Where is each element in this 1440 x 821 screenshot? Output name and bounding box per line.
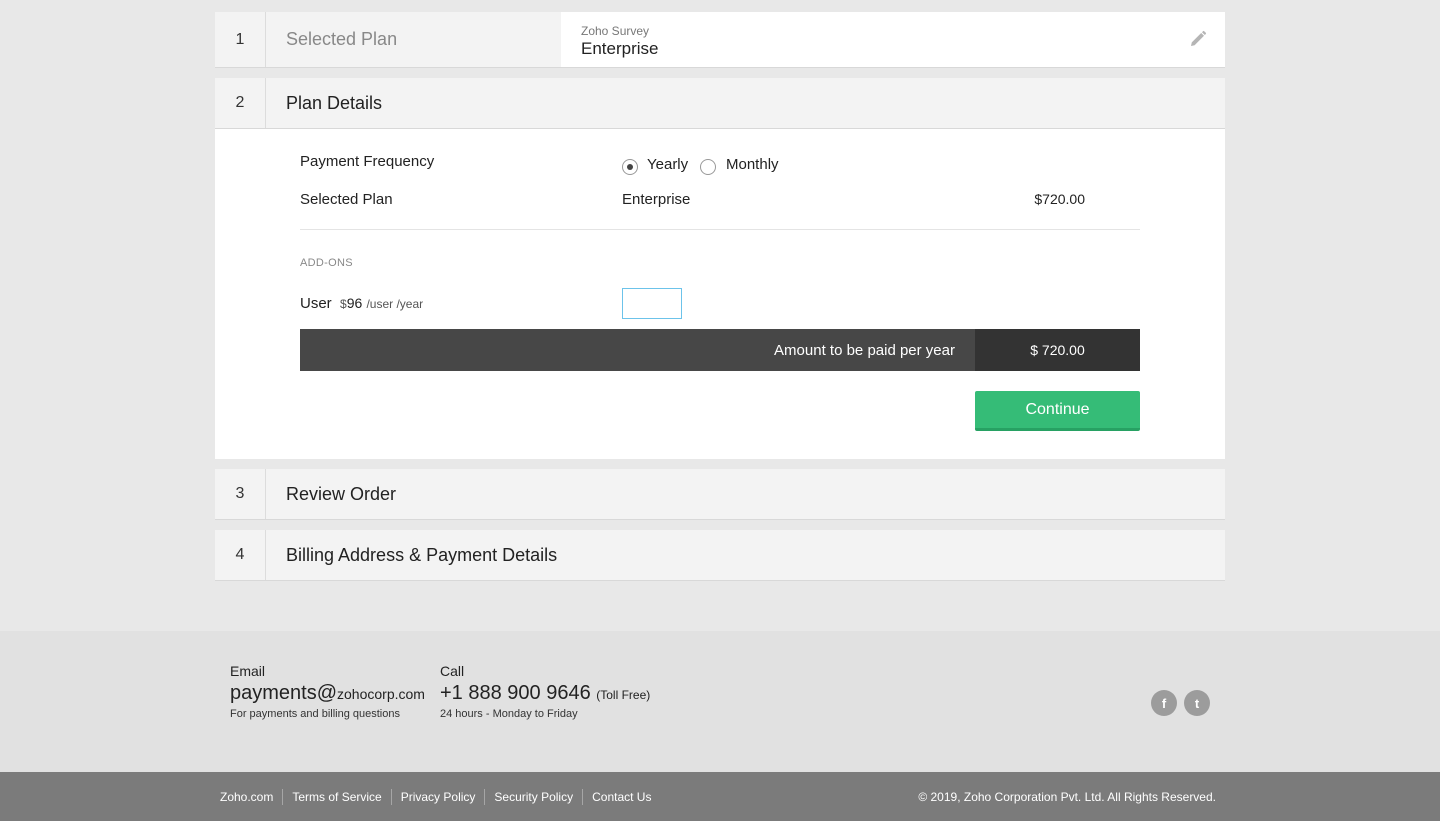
footer-links: Zoho.com Terms of Service Privacy Policy… (220, 772, 660, 821)
product-name: Zoho Survey (581, 24, 650, 38)
email-user: payments@ (230, 682, 338, 704)
email-domain: zohocorp.com (337, 686, 425, 702)
step-billing-address[interactable]: 4 Billing Address & Payment Details (215, 530, 1225, 581)
step-title: Review Order (286, 483, 397, 504)
addon-name: User (300, 295, 332, 312)
user-quantity-input[interactable] (622, 288, 682, 319)
selected-plan-price: $720.00 (1034, 191, 1085, 207)
step-number: 2 (215, 78, 266, 128)
call-sub: 24 hours - Monday to Friday (440, 708, 578, 720)
continue-button[interactable]: Continue (975, 391, 1140, 431)
phone: +1 888 900 9646 (440, 682, 591, 704)
toll-free: (Toll Free) (596, 688, 651, 702)
addon-unit: /user /year (366, 297, 424, 311)
amount-value: $ 720.00 (975, 329, 1140, 371)
bottom-bar: Zoho.com Terms of Service Privacy Policy… (0, 772, 1440, 821)
step-title: Billing Address & Payment Details (286, 544, 558, 565)
addon-currency: $ (340, 297, 347, 311)
step-title: Plan Details (286, 92, 383, 113)
monthly-label[interactable]: Monthly (726, 156, 779, 173)
yearly-radio[interactable] (622, 159, 638, 175)
plan-name: Enterprise (581, 39, 659, 58)
twitter-icon[interactable]: t (1184, 690, 1210, 716)
addon-price: 96 (346, 295, 363, 311)
email-sub: For payments and billing questions (230, 708, 400, 720)
footer: Email payments@zohocorp.com For payments… (0, 631, 1440, 772)
pencil-icon[interactable] (1189, 30, 1207, 48)
step-number: 3 (215, 469, 266, 519)
email-label: Email (230, 663, 266, 679)
facebook-icon[interactable]: f (1151, 690, 1177, 716)
copyright: © 2019, Zoho Corporation Pvt. Ltd. All R… (918, 789, 1216, 804)
link-privacy[interactable]: Privacy Policy (390, 788, 485, 805)
phone-number: +1 888 900 9646 (Toll Free) (440, 682, 650, 705)
email-contact: Email payments@zohocorp.com For payments… (230, 663, 425, 720)
step-plan-details[interactable]: 2 Plan Details (215, 78, 1225, 129)
step-review-order[interactable]: 3 Review Order (215, 469, 1225, 520)
amount-label: Amount to be paid per year (774, 341, 955, 359)
payment-frequency-label: Payment Frequency (300, 153, 435, 170)
selected-plan-summary: Zoho Survey Enterprise (561, 12, 1225, 67)
step-title: Selected Plan (286, 29, 398, 49)
step-selected-plan[interactable]: 1 Selected Plan Zoho Survey Enterprise (215, 12, 1225, 68)
amount-bar: Amount to be paid per year $ 720.00 (300, 329, 1140, 371)
link-zoho[interactable]: Zoho.com (220, 789, 282, 805)
call-contact: Call +1 888 900 9646 (Toll Free) 24 hour… (440, 663, 650, 720)
addon-user: User $96 /user /year (300, 295, 423, 312)
call-label: Call (440, 663, 465, 679)
plan-details-panel: Payment Frequency Yearly Monthly Selecte… (215, 129, 1225, 459)
selected-plan-value: Enterprise (622, 191, 691, 208)
link-contact[interactable]: Contact Us (582, 788, 660, 805)
step-number: 1 (215, 12, 266, 67)
step-number: 4 (215, 530, 266, 580)
yearly-label[interactable]: Yearly (647, 156, 688, 173)
link-security[interactable]: Security Policy (484, 788, 582, 805)
selected-plan-label: Selected Plan (300, 191, 393, 208)
divider (300, 229, 1140, 230)
email-address[interactable]: payments@zohocorp.com (230, 682, 425, 705)
link-terms[interactable]: Terms of Service (282, 788, 390, 805)
addons-heading: ADD-ONS (300, 257, 353, 269)
monthly-radio[interactable] (700, 159, 716, 175)
